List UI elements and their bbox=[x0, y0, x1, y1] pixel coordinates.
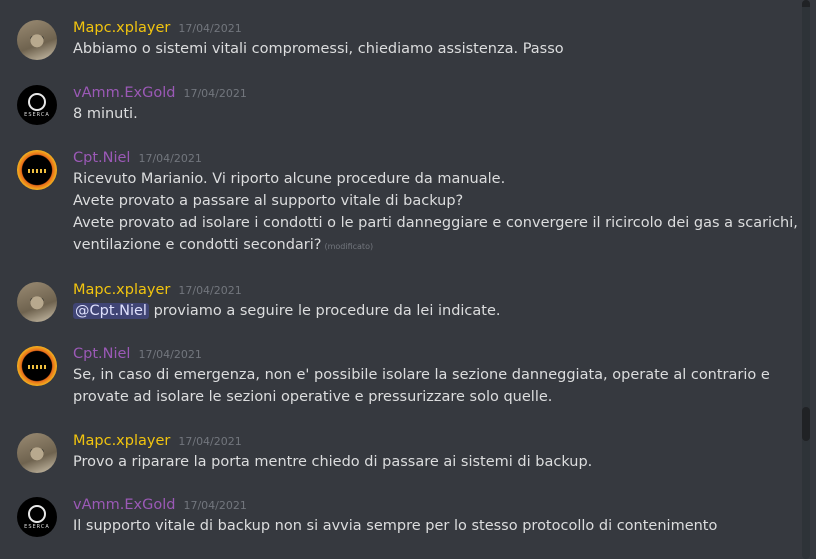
timestamp: 17/04/2021 bbox=[183, 499, 247, 512]
timestamp: 17/04/2021 bbox=[178, 284, 242, 297]
message-header: vAmm.ExGold 17/04/2021 bbox=[73, 494, 247, 513]
message-text: proviamo a seguire le procedure da lei i… bbox=[153, 303, 501, 319]
timestamp: 17/04/2021 bbox=[138, 152, 202, 165]
message-text: provate ad isolare le sezioni operative … bbox=[73, 389, 553, 405]
timestamp: 17/04/2021 bbox=[183, 87, 247, 100]
author-name[interactable]: Mapc.xplayer bbox=[73, 20, 170, 36]
message-header: Cpt.Niel 17/04/2021 bbox=[73, 147, 202, 166]
timestamp: 17/04/2021 bbox=[178, 22, 242, 35]
user-avatar[interactable] bbox=[17, 433, 57, 473]
message-text: Abbiamo o sistemi vitali compromessi, ch… bbox=[73, 41, 564, 57]
message-text: Provo a riparare la porta mentre chiedo … bbox=[73, 454, 593, 470]
chat-message-list: Mapc.xplayer 17/04/2021 Abbiamo o sistemi… bbox=[0, 0, 800, 559]
scrollbar-thumb[interactable] bbox=[802, 407, 810, 441]
user-avatar[interactable] bbox=[17, 20, 57, 60]
message-text: Avete provato ad isolare i condotti o le… bbox=[73, 215, 798, 231]
message-text-line: ventilazione e condotti secondari? (modif… bbox=[73, 234, 373, 258]
user-avatar[interactable] bbox=[17, 150, 57, 190]
author-name[interactable]: vAmm.ExGold bbox=[73, 85, 175, 101]
message-text: Il supporto vitale di backup non si avvi… bbox=[73, 518, 718, 534]
message-header: vAmm.ExGold 17/04/2021 bbox=[73, 82, 247, 101]
user-mention[interactable]: @Cpt.Niel bbox=[73, 303, 149, 319]
author-name[interactable]: Mapc.xplayer bbox=[73, 433, 170, 449]
timestamp: 17/04/2021 bbox=[138, 348, 202, 361]
avatar-logo-text: ESERCA bbox=[24, 524, 50, 530]
message-header: Mapc.xplayer 17/04/2021 bbox=[73, 17, 242, 36]
astronaut-icon bbox=[28, 93, 46, 111]
avatar-logo-text: ESERCA bbox=[24, 112, 50, 118]
message-text: ventilazione e condotti secondari? bbox=[73, 237, 322, 253]
user-avatar[interactable] bbox=[17, 282, 57, 322]
edited-label: (modificato) bbox=[324, 242, 374, 251]
user-avatar[interactable] bbox=[17, 346, 57, 386]
astronaut-icon bbox=[28, 505, 46, 523]
message-text: Se, in caso di emergenza, non e' possibi… bbox=[73, 367, 770, 383]
message-text: Ricevuto Marianio. Vi riporto alcune pro… bbox=[73, 171, 506, 187]
author-name[interactable]: Cpt.Niel bbox=[73, 346, 130, 362]
scrollbar-cap bbox=[802, 0, 810, 7]
skyline-icon bbox=[28, 169, 46, 173]
message-text: 8 minuti. bbox=[73, 106, 138, 122]
message-text-line: @Cpt.Niel proviamo a seguire le procedur… bbox=[73, 300, 501, 322]
timestamp: 17/04/2021 bbox=[178, 435, 242, 448]
message-header: Mapc.xplayer 17/04/2021 bbox=[73, 430, 242, 449]
user-avatar[interactable]: ESERCA bbox=[17, 497, 57, 537]
message-header: Mapc.xplayer 17/04/2021 bbox=[73, 279, 242, 298]
skyline-icon bbox=[28, 365, 46, 369]
author-name[interactable]: vAmm.ExGold bbox=[73, 497, 175, 513]
author-name[interactable]: Cpt.Niel bbox=[73, 150, 130, 166]
user-avatar[interactable]: ESERCA bbox=[17, 85, 57, 125]
message-text: Avete provato a passare al supporto vita… bbox=[73, 193, 464, 209]
message-header: Cpt.Niel 17/04/2021 bbox=[73, 343, 202, 362]
author-name[interactable]: Mapc.xplayer bbox=[73, 282, 170, 298]
scrollbar-track[interactable] bbox=[802, 0, 810, 559]
